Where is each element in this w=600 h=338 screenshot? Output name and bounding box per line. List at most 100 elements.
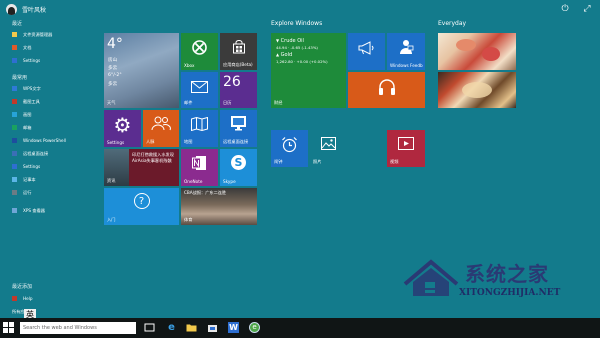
app-item-paint[interactable]: 画图 — [12, 110, 31, 119]
tile-weather[interactable]: 4° 房山 多云 6°/-2° 多云 天气 — [104, 33, 179, 108]
app-item-run[interactable]: 运行 — [12, 188, 31, 197]
app-item-documents[interactable]: 文档 — [12, 43, 31, 52]
tile-remote-desktop[interactable]: 远程桌面连接 — [220, 110, 257, 147]
finance-line1-value: 44.94 · -0.65 (-1.43%) — [276, 45, 318, 50]
tile-sports[interactable]: CBA战报：广东二连胜 体育 — [181, 188, 257, 225]
finance-line2: ▲ Gold — [276, 52, 292, 58]
tile-people[interactable]: 人脉 — [143, 110, 179, 147]
app-item-help[interactable]: Help — [12, 294, 33, 303]
tile-mail[interactable]: 邮件 — [181, 72, 218, 108]
gear-icon: ⚙ — [113, 113, 132, 137]
ie-browser-icon[interactable]: e — [166, 322, 177, 333]
tile-news[interactable]: 印尼打捞救援入水发现AirAsia失事客机残骸 资讯 — [104, 149, 179, 186]
weather-wind: 多云 — [108, 82, 118, 87]
powershell-icon — [12, 138, 17, 143]
envelope-icon — [191, 81, 208, 93]
app-item-file-explorer[interactable]: 文件资源管理器 — [12, 30, 52, 39]
paint-icon — [12, 112, 17, 117]
food-image — [462, 82, 492, 98]
user-account[interactable]: 雪叶风秋 — [6, 4, 46, 15]
browser-icon[interactable]: e — [249, 322, 260, 333]
app-item-mail[interactable]: 邮箱 — [12, 123, 31, 132]
tile-windows-feedback[interactable]: Windows Feedb — [387, 33, 425, 70]
store-icon[interactable] — [207, 322, 218, 333]
people-icon — [151, 116, 171, 131]
help-icon — [12, 296, 17, 301]
alarm-clock-icon — [282, 137, 297, 153]
calendar-day: 26 — [223, 74, 241, 90]
tile-label: Windows Feedb — [390, 63, 423, 68]
tile-xbox[interactable]: Xbox — [181, 33, 218, 70]
section-recently-added: 最近添加 — [12, 284, 33, 290]
watermark-cn: 系统之家 — [465, 262, 549, 286]
group-header-everyday: Everyday — [438, 20, 467, 27]
start-app-list: 最近 文件资源管理器 文档 Settings 最常用 WPS文字 截图工具 画图… — [0, 18, 96, 318]
task-view-icon[interactable] — [144, 322, 155, 333]
wps-writer-icon[interactable]: W — [228, 322, 239, 333]
folder-icon — [12, 32, 17, 37]
run-icon — [12, 190, 17, 195]
taskbar: Search the web and Windows e W e — [0, 318, 600, 338]
group-header-explore: Explore Windows — [271, 20, 323, 27]
video-icon — [398, 137, 414, 150]
documents-icon — [12, 45, 17, 50]
remote-desktop-icon — [231, 116, 246, 131]
fullscreen-icon[interactable]: ⤢ — [582, 4, 592, 14]
tile-store[interactable]: 应用商店(Beta) — [220, 33, 257, 70]
finance-line2-name: Gold — [280, 52, 293, 58]
tile-finance[interactable]: ▼ Crude Oil 44.94 · -0.65 (-1.43%) ▲ Gol… — [271, 33, 346, 108]
app-item-snipping-tool[interactable]: 截图工具 — [12, 97, 40, 106]
gear-icon — [12, 164, 17, 169]
tile-calendar[interactable]: 26 日历 — [220, 72, 257, 108]
onenote-icon — [192, 156, 206, 170]
triangle-down-icon: ▼ — [276, 38, 280, 43]
tile-xbox-music[interactable] — [348, 72, 425, 108]
tile-maps[interactable]: 地图 — [181, 110, 218, 147]
tile-video[interactable]: 视频 — [387, 130, 425, 167]
weather-temp: 4° — [107, 36, 123, 52]
tile-announcements[interactable] — [348, 33, 385, 70]
remote-desktop-icon — [12, 151, 17, 156]
windows-start-icon[interactable] — [3, 322, 15, 334]
house-logo-icon — [403, 259, 459, 296]
watermark-en: XITONGZHIJIA.NET — [459, 288, 561, 298]
tile-label: 邮件 — [184, 100, 193, 105]
food-image — [482, 47, 500, 61]
scissors-icon — [12, 99, 17, 104]
xbox-icon — [192, 40, 207, 55]
tile-photos[interactable]: 照片 — [310, 130, 347, 167]
tile-skype[interactable]: S Skype — [220, 149, 257, 186]
search-input[interactable]: Search the web and Windows — [20, 322, 136, 334]
app-item-xps-viewer[interactable]: XPS 查看器 — [12, 206, 45, 215]
store-icon — [233, 40, 245, 54]
tile-get-started[interactable]: ? 入门 — [104, 188, 179, 225]
tile-label: 远程桌面连接 — [223, 139, 249, 144]
tile-onenote[interactable]: OneNote — [181, 149, 218, 186]
tile-food-photo-2[interactable] — [438, 72, 516, 108]
app-item-notepad[interactable]: 记事本 — [12, 175, 36, 184]
tile-label: 体育 — [184, 217, 193, 222]
tile-label: 地图 — [184, 139, 193, 144]
tile-settings[interactable]: ⚙ Settings — [104, 110, 141, 147]
tile-label: 财经 — [274, 100, 283, 105]
map-icon — [191, 117, 208, 131]
avatar — [6, 4, 17, 15]
news-headline: 印尼打捞救援入水发现AirAsia失事客机残骸 — [132, 152, 174, 163]
app-item-settings-2[interactable]: Settings — [12, 162, 40, 171]
tile-label: 天气 — [107, 100, 116, 105]
folder-icon[interactable] — [186, 322, 197, 333]
tile-label: 闹钟 — [274, 159, 283, 164]
app-item-remote-desktop[interactable]: 远程桌面连接 — [12, 149, 48, 158]
app-item-powershell[interactable]: Windows PowerShell — [12, 136, 66, 145]
app-item-settings[interactable]: Settings — [12, 56, 40, 65]
wps-icon — [12, 86, 17, 91]
tile-label: 入门 — [107, 217, 116, 222]
section-recent: 最近 — [12, 21, 23, 27]
tile-food-photo-1[interactable] — [438, 33, 516, 70]
app-item-wps[interactable]: WPS文字 — [12, 84, 41, 93]
feedback-icon — [400, 40, 414, 54]
power-icon[interactable]: ⏻ — [560, 4, 570, 14]
tile-label: OneNote — [184, 179, 203, 184]
tile-alarms[interactable]: 闹钟 — [271, 130, 308, 167]
question-icon: ? — [104, 193, 179, 209]
